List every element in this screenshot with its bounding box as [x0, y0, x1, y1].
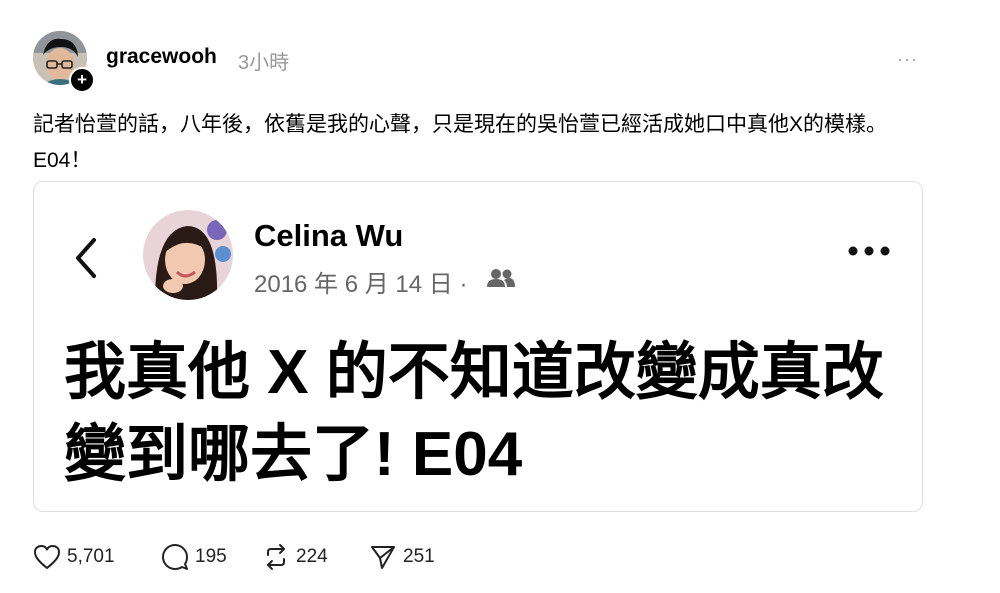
post-timestamp[interactable]: 3小時: [238, 46, 289, 75]
share-button[interactable]: 251: [369, 541, 435, 573]
repost-icon: [262, 543, 290, 571]
comment-icon: [161, 543, 189, 571]
more-options-icon[interactable]: ···: [897, 49, 918, 70]
post-text: 記者怡萱的話，八年後，依舊是我的心聲，只是現在的吳怡萱已經活成她口中真他X的模樣…: [33, 113, 888, 172]
embedded-avatar: [143, 210, 233, 300]
follow-button[interactable]: +: [69, 67, 95, 93]
comment-button[interactable]: 195: [161, 541, 227, 573]
repost-count: 224: [296, 546, 328, 567]
embedded-date: 2016 年 6 月 14 日 ·: [254, 271, 468, 298]
comment-count: 195: [195, 546, 227, 567]
like-button[interactable]: 5,701: [33, 541, 115, 573]
embedded-author-name: Celina Wu: [254, 218, 404, 253]
friends-icon: [486, 268, 516, 293]
embedded-more-icon: [847, 244, 891, 262]
attached-image[interactable]: Celina Wu 2016 年 6 月 14 日 · 我真他 X 的不知道改變…: [33, 181, 923, 512]
like-count: 5,701: [67, 546, 115, 567]
heart-icon: [33, 544, 61, 570]
author-username[interactable]: gracewooh: [106, 45, 217, 69]
author-avatar[interactable]: +: [33, 31, 95, 93]
embedded-post-text: 我真他 X 的不知道改變成真改變到哪去了! E04: [64, 338, 884, 489]
repost-button[interactable]: 224: [262, 541, 328, 573]
send-icon: [369, 543, 397, 571]
share-count: 251: [403, 546, 435, 567]
back-arrow-icon: [72, 236, 100, 285]
